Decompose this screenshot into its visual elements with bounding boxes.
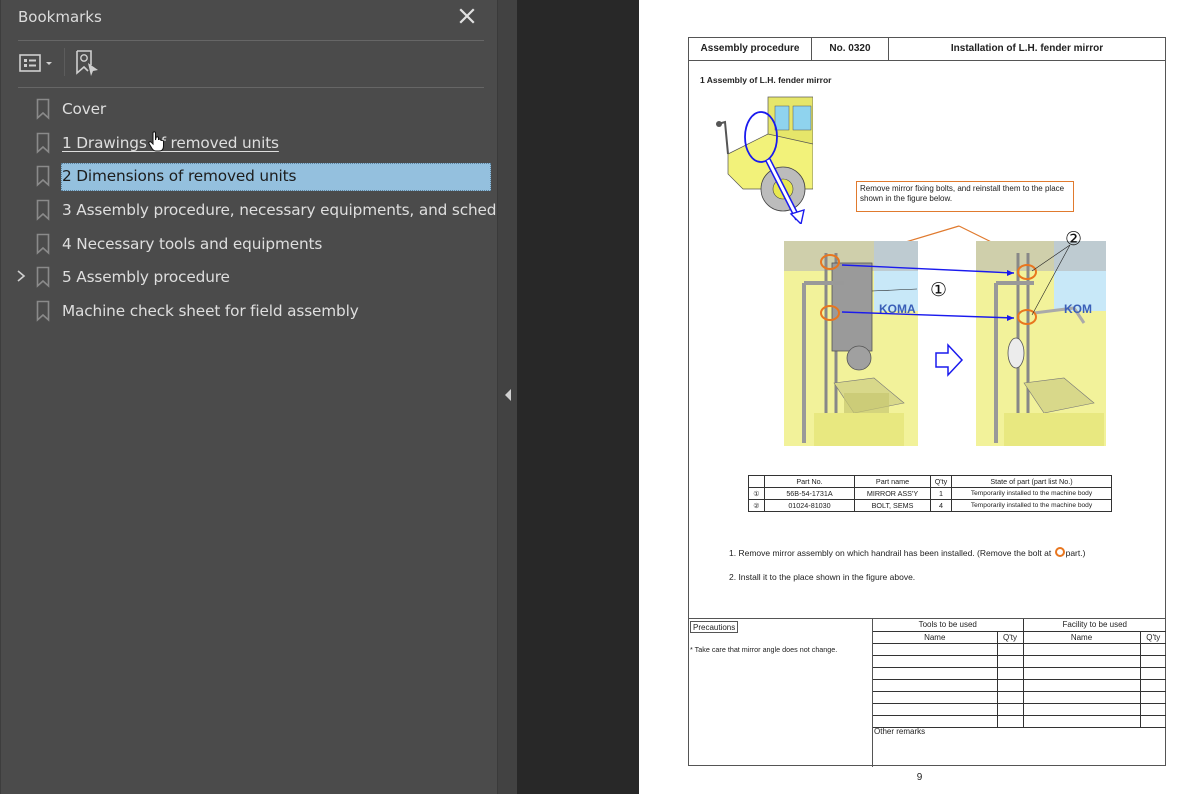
bookmark-item-tools[interactable]: 4 Necessary tools and equipments bbox=[1, 227, 498, 261]
bookmark-label: 5 Assembly procedure bbox=[62, 268, 230, 287]
bookmark-icon bbox=[36, 132, 50, 154]
precautions-text: * Take care that mirror angle does not c… bbox=[690, 645, 838, 654]
bookmark-item-check-sheet[interactable]: Machine check sheet for field assembly bbox=[1, 294, 498, 328]
bookmark-icon bbox=[36, 267, 50, 289]
col-header: Q'ty bbox=[930, 475, 952, 488]
bookmark-label: 3 Assembly procedure, necessary equipmen… bbox=[62, 201, 520, 220]
procedure-sheet: Assembly procedure No. 0320 Installation… bbox=[688, 37, 1166, 767]
instruction-text: 1. Remove mirror assembly on which handr… bbox=[729, 548, 1052, 558]
instruction-step-1: 1. Remove mirror assembly on which handr… bbox=[729, 547, 1085, 558]
table-row bbox=[873, 654, 1166, 668]
bookmark-item-assembly-procedure[interactable]: 5 Assembly procedure bbox=[1, 260, 498, 294]
panel-title: Bookmarks bbox=[18, 8, 102, 26]
part-label-1: ① bbox=[930, 280, 948, 301]
facility-header: Facility to be used bbox=[1022, 619, 1166, 632]
orange-circle-icon bbox=[1054, 547, 1065, 557]
table-row: ① 56B-54-1731A MIRROR ASS'Y 1 Temporaril… bbox=[748, 487, 1112, 500]
bookmark-item-assembly-procedure-schedule[interactable]: 3 Assembly procedure, necessary equipmen… bbox=[1, 193, 519, 227]
parts-table: Part No. Part name Q'ty State of part (p… bbox=[748, 475, 1112, 512]
bookmark-label: 4 Necessary tools and equipments bbox=[62, 234, 323, 253]
document-viewer-background bbox=[517, 0, 639, 794]
collapse-left-icon[interactable] bbox=[504, 388, 512, 402]
bookmark-item-drawings[interactable]: 1 Drawings of removed units bbox=[1, 126, 498, 160]
header-procedure-number: No. 0320 bbox=[812, 38, 889, 60]
svg-text:KOM: KOM bbox=[1064, 302, 1092, 316]
table-row bbox=[873, 678, 1166, 692]
tools-facility-table: Tools to be used Facility to be used Nam… bbox=[872, 619, 1166, 767]
instruction-text: part.) bbox=[1065, 548, 1086, 558]
bookmark-item-dimensions[interactable]: 2 Dimensions of removed units bbox=[1, 159, 498, 193]
cell: ① bbox=[748, 487, 765, 500]
precautions-label: Precautions bbox=[690, 621, 739, 633]
divider bbox=[18, 40, 484, 41]
caret-down-icon bbox=[46, 62, 52, 65]
sheet-header: Assembly procedure No. 0320 Installation… bbox=[689, 38, 1165, 61]
bookmark-label: 1 Drawings of removed units bbox=[62, 133, 279, 152]
cell: Temporarily installed to the machine bod… bbox=[951, 499, 1112, 512]
col-header bbox=[748, 475, 765, 488]
col-header: Part No. bbox=[764, 475, 855, 488]
header-procedure-title: Installation of L.H. fender mirror bbox=[950, 43, 1104, 54]
cell: 56B-54-1731A bbox=[764, 487, 855, 500]
find-current-bookmark-icon bbox=[76, 50, 98, 76]
options-menu-button[interactable] bbox=[18, 52, 58, 74]
callout-note: Remove mirror fixing bolts, and reinstal… bbox=[856, 181, 1074, 212]
other-remarks-label: Other remarks bbox=[874, 727, 926, 736]
tools-header: Tools to be used bbox=[873, 619, 1024, 632]
cell: 01024-81030 bbox=[764, 499, 855, 512]
bookmark-label: Machine check sheet for field assembly bbox=[62, 302, 359, 321]
cell: 1 bbox=[930, 487, 952, 500]
cell: BOLT, SEMS bbox=[854, 499, 931, 512]
bookmark-icon bbox=[36, 166, 50, 188]
cell: Temporarily installed to the machine bod… bbox=[951, 487, 1112, 500]
bookmark-icon bbox=[36, 233, 50, 255]
parts-table-header: Part No. Part name Q'ty State of part (p… bbox=[748, 475, 1112, 488]
close-icon bbox=[459, 8, 475, 24]
bookmark-icon bbox=[36, 300, 50, 322]
table-row bbox=[873, 690, 1166, 704]
instruction-step-2: 2. Install it to the place shown in the … bbox=[729, 572, 916, 582]
facility-name-col: Name bbox=[1022, 630, 1141, 644]
table-row: ② 01024-81030 BOLT, SEMS 4 Temporarily i… bbox=[748, 499, 1112, 512]
bookmark-label: Cover bbox=[62, 100, 107, 118]
tools-name-col: Name bbox=[873, 630, 998, 644]
bookmark-icon bbox=[36, 199, 50, 221]
cell: ② bbox=[748, 499, 765, 512]
section-title: 1 Assembly of L.H. fender mirror bbox=[700, 75, 832, 85]
table-row bbox=[873, 714, 1166, 728]
bookmark-icon bbox=[36, 98, 50, 120]
page-number: 9 bbox=[916, 772, 923, 783]
table-row bbox=[873, 666, 1166, 680]
document-page: Assembly procedure No. 0320 Installation… bbox=[639, 0, 1200, 794]
cell: MIRROR ASS'Y bbox=[854, 487, 931, 500]
precautions-section: Precautions * Take care that mirror angl… bbox=[689, 618, 1166, 767]
cell: 4 bbox=[930, 499, 952, 512]
close-button[interactable] bbox=[457, 6, 477, 26]
chevron-right-icon[interactable] bbox=[14, 269, 28, 283]
machine-overview-illustration bbox=[716, 96, 813, 224]
find-current-bookmark-button[interactable] bbox=[74, 49, 100, 77]
facility-qty-col: Q'ty bbox=[1139, 630, 1166, 644]
panel-splitter[interactable] bbox=[497, 0, 517, 794]
toolbar-separator bbox=[64, 48, 65, 76]
header-procedure-type: Assembly procedure bbox=[689, 38, 812, 60]
part-label-2: ② bbox=[1065, 229, 1083, 250]
bookmark-list: Cover 1 Drawings of removed units 2 Dime… bbox=[1, 92, 519, 328]
col-header: Part name bbox=[854, 475, 931, 488]
table-row bbox=[873, 642, 1166, 656]
divider bbox=[18, 87, 484, 88]
bookmark-label: 2 Dimensions of removed units bbox=[61, 163, 491, 192]
col-header: State of part (part list No.) bbox=[951, 475, 1112, 488]
list-options-icon bbox=[19, 54, 52, 72]
table-row bbox=[873, 702, 1166, 716]
bookmark-item-cover[interactable]: Cover bbox=[1, 92, 498, 126]
tools-qty-col: Q'ty bbox=[996, 630, 1024, 644]
bookmarks-panel: Bookmarks Cover 1 Drawings of removed un… bbox=[0, 0, 519, 794]
